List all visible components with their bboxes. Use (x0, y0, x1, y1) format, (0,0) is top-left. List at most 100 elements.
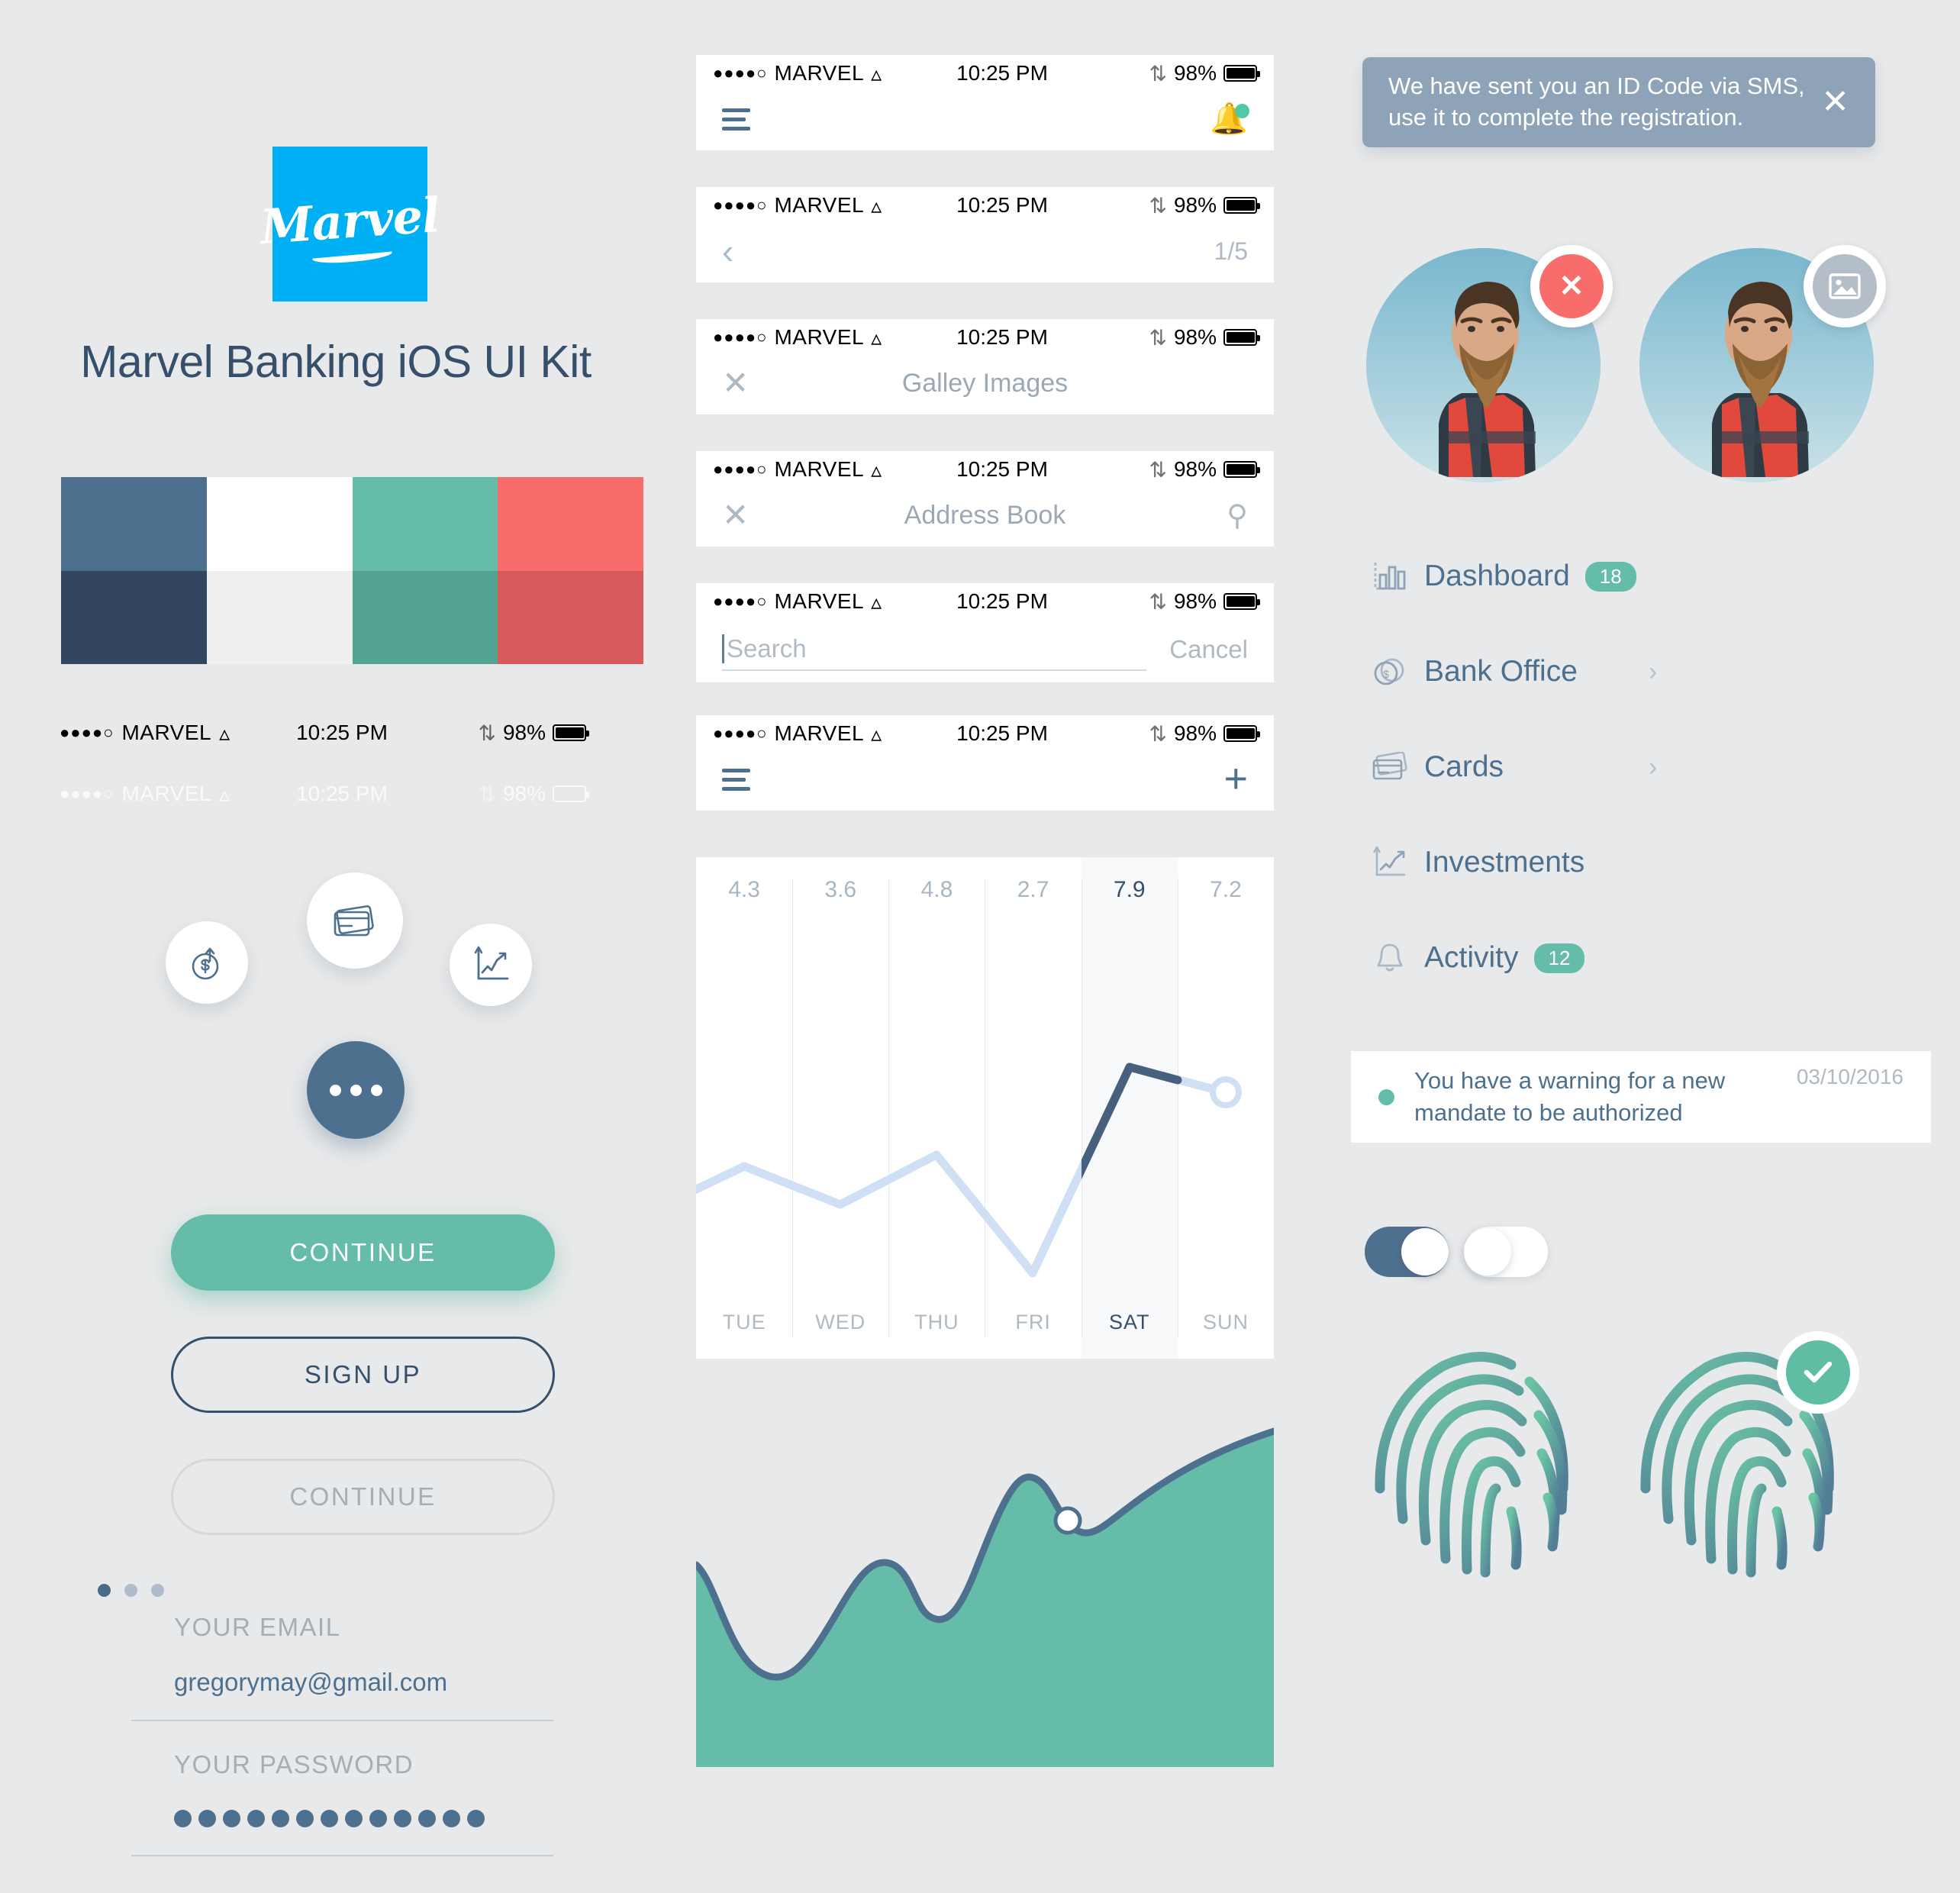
chart-cat-sat[interactable]: SAT (1082, 1311, 1178, 1334)
credit-card-icon (1366, 752, 1414, 782)
pager-dot-1[interactable] (98, 1584, 111, 1597)
wifi-icon: ▵ (219, 782, 230, 806)
navbar-address-book: ●●●●○ MARVEL ▵ 10:25 PM ⇅ 98% ✕ Address … (696, 451, 1274, 547)
sign-up-button[interactable]: SIGN UP (171, 1337, 555, 1413)
continue-primary-button[interactable]: CONTINUE (171, 1214, 555, 1291)
sidebar-item-bank-office[interactable]: $ Bank Office › (1366, 641, 1794, 702)
transfer-money-fab[interactable] (166, 921, 248, 1004)
pager-dot-2[interactable] (124, 1584, 137, 1597)
password-input[interactable] (174, 1810, 571, 1827)
status-bar: ●●●●○ MARVEL ▵ 10:25 PM ⇅ 98% (696, 55, 1274, 92)
more-fab[interactable] (307, 1041, 405, 1139)
notification-badge-dot (1235, 104, 1249, 118)
sidebar-menu: Dashboard 18 $ Bank Office › Cards › Inv… (1366, 546, 1794, 1023)
carrier-label: MARVEL (774, 457, 865, 481)
bluetooth-icon: ⇅ (1149, 193, 1167, 218)
swatch-slate-blue (61, 477, 207, 571)
remove-photo-button[interactable]: ✕ (1530, 245, 1613, 327)
chart-fab[interactable] (450, 924, 532, 1006)
avatar-change-photo[interactable] (1639, 245, 1886, 482)
hamburger-icon[interactable] (722, 768, 750, 791)
sidebar-item-label: Investments (1424, 846, 1585, 879)
marvel-logo: Marvel (259, 147, 441, 302)
chart-value-thu: 4.8 (920, 877, 953, 902)
plus-icon[interactable]: + (1223, 758, 1248, 799)
chart-cat-thu[interactable]: THU (888, 1311, 985, 1334)
email-field-group: YOUR EMAIL gregorymay@gmail.com (131, 1613, 571, 1721)
navbar-title: Galley Images (901, 368, 1069, 398)
chart-cat-tue[interactable]: TUE (696, 1311, 792, 1334)
battery-icon (1223, 197, 1260, 214)
battery-icon (1223, 725, 1260, 742)
battery-label: 98% (1173, 61, 1217, 85)
continue-disabled-button: CONTINUE (171, 1459, 555, 1535)
chart-cat-wed[interactable]: WED (792, 1311, 888, 1334)
line-chart-icon (1366, 846, 1414, 879)
password-underline (131, 1855, 553, 1856)
hamburger-icon[interactable] (722, 108, 750, 131)
notifications-button[interactable]: 🔔 (1210, 104, 1249, 134)
status-bar-dark: ●●●●○ MARVEL ▵ 10:25 PM ⇅ 98% (60, 718, 589, 748)
signal-dots-icon: ●●●●○ (713, 460, 768, 479)
bar-chart-icon (1366, 560, 1414, 593)
search-input[interactable]: Search (722, 628, 1147, 671)
battery-label: 98% (1173, 721, 1217, 745)
chevron-left-icon[interactable]: ‹ (722, 234, 733, 269)
column-branding: Marvel Marvel Banking iOS UI Kit ●●●●○ M… (0, 0, 672, 1893)
sidebar-item-activity[interactable]: Activity 12 (1366, 927, 1794, 988)
coins-icon: $ (1366, 655, 1414, 689)
sidebar-item-dashboard[interactable]: Dashboard 18 (1366, 546, 1794, 607)
notification-date: 03/10/2016 (1796, 1065, 1904, 1088)
chart-cat-sun[interactable]: SUN (1178, 1311, 1274, 1334)
chevron-right-icon: › (1649, 752, 1658, 782)
status-bar: ●●●●○ MARVEL ▵ 10:25 PM ⇅ 98% (696, 451, 1274, 488)
email-underline (131, 1720, 553, 1721)
signal-dots-icon: ●●●●○ (60, 784, 114, 803)
warning-notification-card[interactable]: You have a warning for a new mandate to … (1351, 1051, 1931, 1143)
navbar-menu-notify: ●●●●○ MARVEL ▵ 10:25 PM ⇅ 98% 🔔 (696, 55, 1274, 150)
chart-cat-fri[interactable]: FRI (985, 1311, 1082, 1334)
toggle-knob (1401, 1228, 1449, 1275)
carrier-label: MARVEL (121, 721, 212, 744)
pager-dot-3[interactable] (151, 1584, 164, 1597)
pager-dots[interactable] (98, 1584, 164, 1597)
status-time: 10:25 PM (956, 325, 1048, 349)
cancel-button[interactable]: Cancel (1169, 635, 1248, 664)
close-x-icon[interactable]: ✕ (1821, 85, 1849, 119)
sidebar-item-cards[interactable]: Cards › (1366, 737, 1794, 798)
email-input[interactable]: gregorymay@gmail.com (174, 1668, 571, 1697)
swatch-light-gray (206, 570, 353, 664)
signal-dots-icon: ●●●●○ (713, 327, 768, 347)
bluetooth-icon: ⇅ (1149, 589, 1167, 614)
page-title: Marvel Banking iOS UI Kit (80, 337, 592, 387)
logo-wordmark: Marvel (258, 186, 442, 256)
sidebar-item-investments[interactable]: Investments (1366, 832, 1794, 893)
color-palette (61, 477, 643, 664)
avatar-remove[interactable]: ✕ (1366, 245, 1613, 482)
navbar-search: ●●●●○ MARVEL ▵ 10:25 PM ⇅ 98% Search Can… (696, 583, 1274, 682)
chart-category-labels: TUE WED THU FRI SAT SUN (696, 1311, 1274, 1334)
sidebar-item-label: Bank Office (1424, 655, 1578, 688)
verified-badge (1777, 1331, 1859, 1414)
fingerprint-verified[interactable] (1632, 1331, 1861, 1599)
notification-message: You have a warning for a new mandate to … (1414, 1067, 1726, 1126)
battery-icon (1223, 593, 1260, 610)
sidebar-item-label: Activity (1424, 941, 1519, 974)
status-badge: 18 (1584, 561, 1636, 592)
text-caret (722, 634, 724, 663)
status-time: 10:25 PM (956, 457, 1048, 481)
status-bar: ●●●●○ MARVEL ▵ 10:25 PM ⇅ 98% (696, 583, 1274, 620)
ui-kit-canvas: Marvel Marvel Banking iOS UI Kit ●●●●○ M… (0, 0, 1960, 1893)
status-time: 10:25 PM (956, 61, 1048, 85)
toggle-off[interactable] (1464, 1227, 1548, 1277)
bluetooth-icon: ⇅ (478, 782, 496, 806)
wifi-icon: ▵ (219, 721, 230, 745)
password-label: YOUR PASSWORD (174, 1750, 414, 1779)
image-icon (1829, 273, 1861, 299)
fingerprint-scan[interactable] (1366, 1336, 1595, 1599)
status-time: 10:25 PM (296, 721, 388, 744)
cards-fab[interactable] (307, 872, 403, 969)
battery-label: 98% (1173, 325, 1217, 349)
toggle-on[interactable] (1365, 1227, 1449, 1277)
change-photo-button[interactable] (1804, 245, 1886, 327)
